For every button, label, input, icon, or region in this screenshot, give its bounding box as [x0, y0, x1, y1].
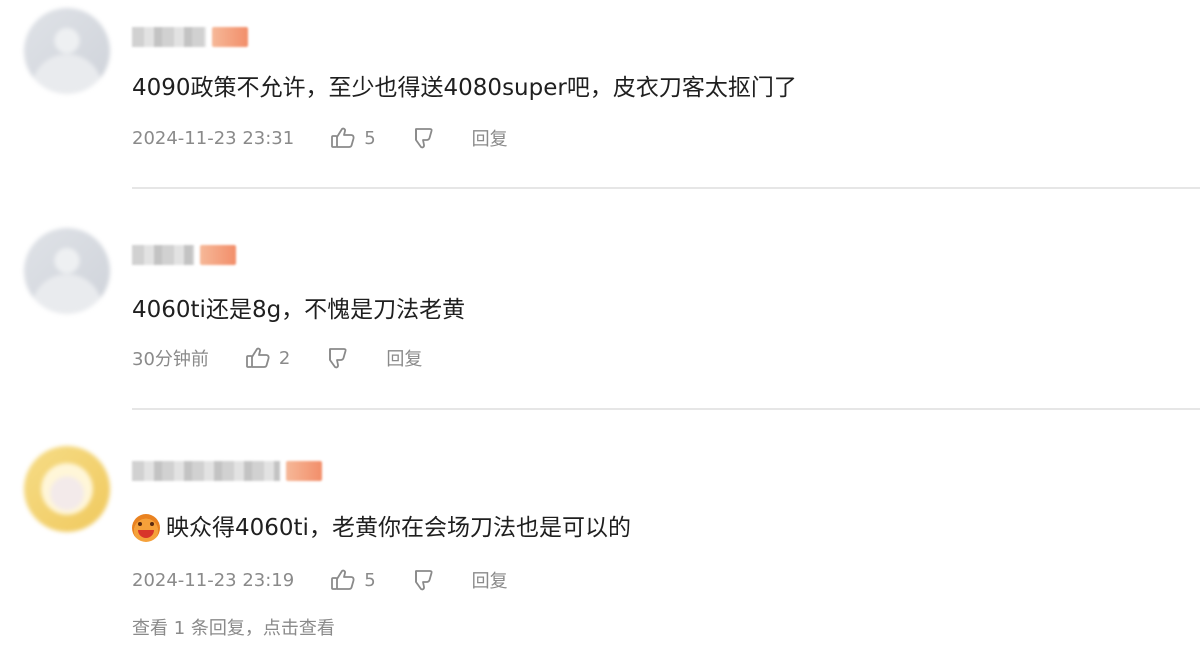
- username-blur: [132, 245, 194, 265]
- thumbs-down-icon: [412, 126, 438, 150]
- comment-item: 映众得4060ti，老黄你在会场刀法也是可以的 2024-11-23 23:19…: [0, 410, 1200, 658]
- like-button[interactable]: 5: [330, 126, 376, 150]
- thumbs-up-icon: [245, 346, 271, 370]
- like-count: 2: [278, 347, 291, 369]
- comment-body: 映众得4060ti，老黄你在会场刀法也是可以的: [166, 515, 631, 541]
- dislike-button[interactable]: [326, 346, 352, 370]
- username-blurred[interactable]: [132, 26, 248, 48]
- thumbs-up-icon: [330, 126, 356, 150]
- view-replies-link[interactable]: 查看 1 条回复，点击查看: [132, 614, 335, 640]
- comment-meta: 2024-11-23 23:31 5 回复: [132, 124, 508, 152]
- divider: [132, 187, 1200, 189]
- comment-item: 4090政策不允许，至少也得送4080super吧，皮衣刀客太抠门了 2024-…: [0, 0, 1200, 190]
- thumbs-up-icon: [330, 568, 356, 592]
- username-blurred[interactable]: [132, 244, 236, 266]
- comment-timestamp: 30分钟前: [132, 349, 209, 370]
- comment-text: 4090政策不允许，至少也得送4080super吧，皮衣刀客太抠门了: [132, 72, 797, 104]
- comment-item: 4060ti还是8g，不愧是刀法老黄 30分钟前 2 回复: [0, 190, 1200, 410]
- reply-button[interactable]: 回复: [472, 567, 508, 593]
- thumbs-down-icon: [326, 346, 352, 370]
- comment-timestamp: 2024-11-23 23:31: [132, 127, 295, 149]
- reply-button[interactable]: 回复: [472, 125, 508, 151]
- blush-emoji-icon: [132, 514, 160, 542]
- thumbs-down-icon: [412, 568, 438, 592]
- username-blur: [132, 461, 280, 481]
- comment-text: 映众得4060ti，老黄你在会场刀法也是可以的: [132, 512, 631, 544]
- comment-text: 4060ti还是8g，不愧是刀法老黄: [132, 294, 465, 326]
- like-button[interactable]: 5: [330, 568, 376, 592]
- like-count: 5: [364, 127, 376, 149]
- username-blurred[interactable]: [132, 460, 322, 482]
- user-level-badge: [200, 245, 236, 265]
- reply-button[interactable]: 回复: [386, 345, 422, 371]
- comment-body: 4060ti还是8g，不愧是刀法老黄: [132, 297, 466, 323]
- comment-meta: 2024-11-23 23:19 5 回复: [132, 566, 508, 594]
- avatar[interactable]: [24, 446, 110, 532]
- like-button[interactable]: 2: [245, 346, 290, 370]
- comment-meta: 30分钟前 2 回复: [132, 344, 422, 372]
- dislike-button[interactable]: [412, 568, 438, 592]
- comment-timestamp: 2024-11-23 23:19: [132, 569, 295, 591]
- like-count: 5: [364, 569, 376, 591]
- username-blur: [132, 27, 206, 47]
- user-level-badge: [212, 27, 248, 47]
- comment-body: 4090政策不允许，至少也得送4080super吧，皮衣刀客太抠门了: [132, 75, 797, 101]
- avatar[interactable]: [24, 8, 110, 94]
- dislike-button[interactable]: [412, 126, 438, 150]
- user-level-badge: [286, 461, 322, 481]
- avatar[interactable]: [24, 228, 110, 314]
